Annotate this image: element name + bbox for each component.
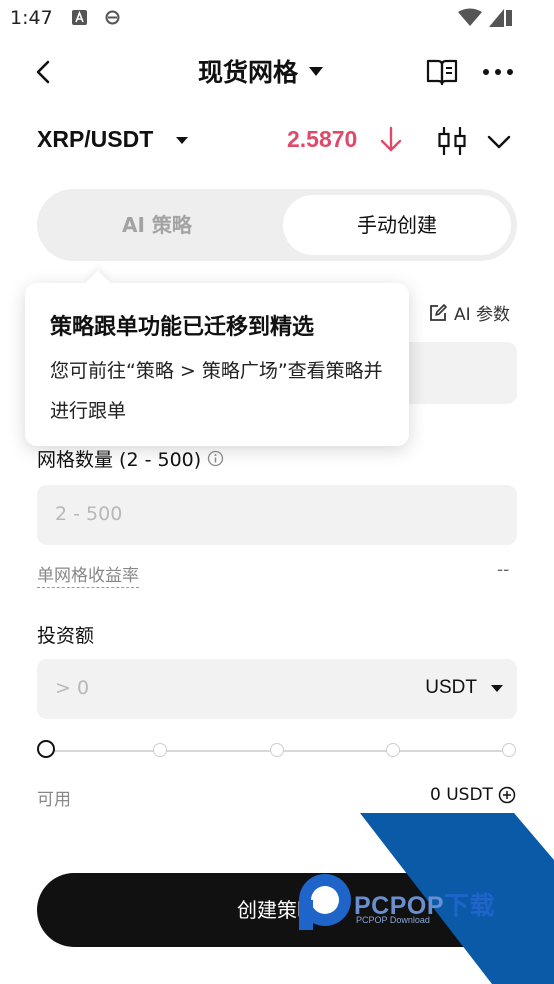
- mode-tabs: AI 策略 手动创建: [37, 189, 517, 261]
- ai-params-link[interactable]: AI 参数: [428, 300, 510, 325]
- tab-manual-create[interactable]: 手动创建: [283, 195, 511, 255]
- caret-down-icon[interactable]: [176, 136, 188, 145]
- tooltip-title: 策略跟单功能已迁移到精选: [50, 315, 315, 340]
- tooltip-body: 您可前往“策略 > 策略广场”查看策略并进行跟单: [50, 360, 383, 422]
- investment-placeholder: > 0: [55, 677, 90, 699]
- available-row: 0 USDT: [430, 785, 516, 805]
- grid-yield-label[interactable]: 单网格收益率: [37, 561, 139, 588]
- more-icon[interactable]: [480, 58, 516, 86]
- grid-count-placeholder: 2 - 500: [55, 503, 123, 525]
- browser-notification-icon: [105, 10, 120, 25]
- caret-down-icon: [309, 67, 324, 76]
- pair-row: XRP/USDT 2.5870: [0, 118, 554, 164]
- status-time: 1:47: [10, 7, 53, 29]
- pair-selector[interactable]: XRP/USDT: [37, 126, 153, 153]
- last-price: 2.5870: [287, 126, 358, 152]
- migration-tooltip[interactable]: 策略跟单功能已迁移到精选 您可前往“策略 > 策略广场”查看策略并进行跟单: [25, 270, 409, 446]
- grid-count-input[interactable]: 2 - 500: [37, 485, 517, 545]
- plus-circle-icon[interactable]: [498, 786, 516, 804]
- currency-selector[interactable]: USDT: [425, 677, 503, 699]
- info-icon[interactable]: [207, 450, 224, 467]
- investment-input[interactable]: > 0 USDT: [37, 659, 517, 719]
- tooltip-arrow: [85, 270, 111, 296]
- watermark-suffix: 下载: [444, 892, 496, 920]
- available-label: 可用: [37, 790, 71, 810]
- arrow-down-icon: [380, 126, 402, 152]
- currency-label: USDT: [425, 677, 477, 698]
- app-notification-icon: [72, 10, 87, 25]
- grid-count-label: 网格数量 (2 - 500): [37, 449, 202, 471]
- tab-ai-strategy[interactable]: AI 策略: [37, 189, 277, 261]
- wifi-battery-icon: [458, 8, 512, 27]
- available-value: 0 USDT: [430, 785, 493, 805]
- book-icon[interactable]: [424, 56, 460, 88]
- slider-stop-100[interactable]: [502, 743, 516, 757]
- ai-params-label: AI 参数: [454, 305, 511, 325]
- page-title: 现货网格: [198, 58, 299, 87]
- back-icon[interactable]: [30, 56, 60, 88]
- slider-handle[interactable]: [37, 740, 55, 758]
- status-bar: 1:47: [0, 0, 554, 38]
- candlestick-chart-icon[interactable]: [436, 125, 468, 157]
- chevron-down-icon[interactable]: [485, 130, 513, 154]
- investment-label: 投资额: [37, 625, 95, 647]
- slider-stop-50[interactable]: [270, 743, 284, 757]
- investment-slider[interactable]: [37, 740, 517, 762]
- strategy-type-selector[interactable]: 现货网格: [198, 54, 324, 88]
- watermark-subtext: PCPOP Download: [356, 915, 430, 925]
- caret-down-icon: [491, 684, 503, 692]
- edit-icon: [430, 303, 447, 321]
- grid-count-label-row: 网格数量 (2 - 500): [37, 445, 224, 472]
- header: 现货网格: [0, 44, 554, 100]
- slider-stop-25[interactable]: [153, 743, 167, 757]
- grid-yield-value: --: [497, 560, 510, 580]
- slider-stop-75[interactable]: [386, 743, 400, 757]
